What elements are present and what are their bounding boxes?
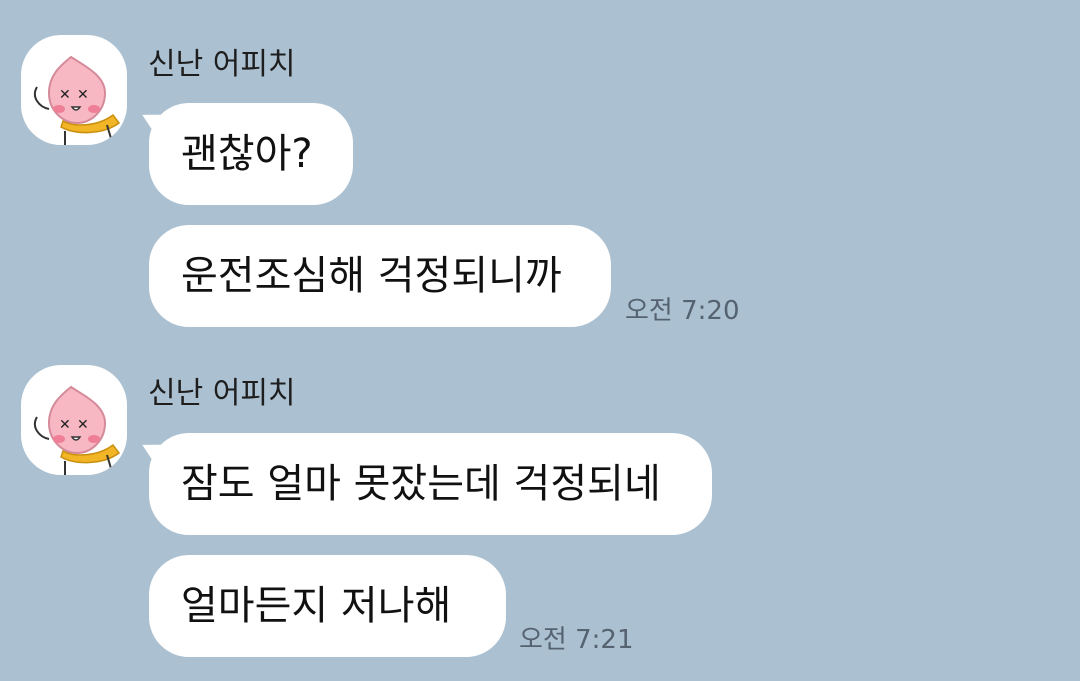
apeach-character-icon: ✕ ✕ [33,55,121,145]
message-timestamp: 오전 7:21 [519,625,634,655]
svg-text:✕: ✕ [77,417,89,433]
svg-text:✕: ✕ [59,417,71,433]
message-bubble[interactable]: 운전조심해 걱정되니까 [149,225,611,327]
apeach-character-icon: ✕ ✕ [33,385,121,475]
svg-text:✕: ✕ [59,87,71,103]
sender-name: 신난 어피치 [148,47,296,82]
message-bubble[interactable]: 괜찮아? [149,103,353,205]
message-timestamp: 오전 7:20 [625,296,740,326]
message-bubble[interactable]: 얼마든지 저나해 [149,555,506,657]
svg-text:✕: ✕ [77,87,89,103]
profile-avatar[interactable]: ✕ ✕ [21,365,127,475]
sender-name: 신난 어피치 [148,376,296,411]
profile-avatar[interactable]: ✕ ✕ [21,35,127,145]
message-bubble[interactable]: 잠도 얼마 못잤는데 걱정되네 [149,433,712,535]
